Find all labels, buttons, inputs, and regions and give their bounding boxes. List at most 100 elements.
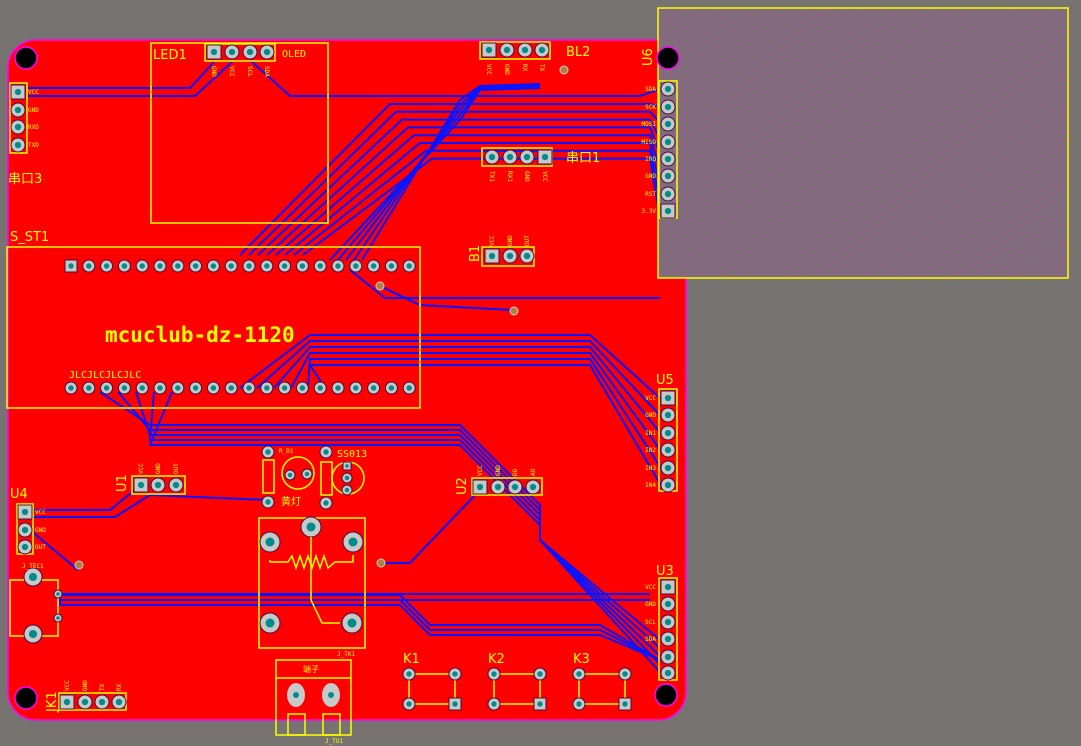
drill-hole <box>139 385 145 391</box>
drill-hole <box>264 385 270 391</box>
component-ref: 端子 <box>303 664 319 674</box>
pin-label: TX <box>538 64 545 72</box>
component-ref: K2 <box>488 652 505 667</box>
keepout-region[interactable] <box>657 7 1069 279</box>
drill-hole <box>154 481 162 489</box>
drill-hole <box>317 263 323 269</box>
drill-hole <box>521 46 529 54</box>
drill-hole <box>172 481 180 489</box>
drill-hole <box>56 592 60 596</box>
pin-label: GND <box>645 601 656 608</box>
component-ref: SS013 <box>337 449 367 460</box>
drill-hole <box>664 669 672 677</box>
drill-hole <box>265 618 275 628</box>
component-ref: J_TO1 <box>325 738 343 745</box>
drill-hole <box>28 629 38 639</box>
component-ref: B1 <box>468 245 483 262</box>
drill-hole <box>664 429 672 437</box>
pcb-layout[interactable]: VCC GND RXD TXD 串口3 GND VCC SCL SDA LED1 OLED VCC GN… <box>0 0 1081 746</box>
drill-hole <box>353 385 359 391</box>
pin-label: GND <box>645 412 656 419</box>
drill-hole <box>157 263 163 269</box>
drill-hole <box>192 385 199 391</box>
via <box>376 558 386 568</box>
drill-hole <box>14 141 22 149</box>
drill-hole <box>488 153 496 161</box>
component-ref: K3 <box>573 652 590 667</box>
drill-hole <box>664 446 672 454</box>
pin-label: RX <box>116 683 123 691</box>
drill-hole <box>14 88 22 96</box>
via <box>509 306 519 316</box>
drill-hole <box>306 522 316 532</box>
component-b1[interactable]: VCC GND OUT <box>484 235 535 264</box>
pin-label: IN1 <box>645 430 656 437</box>
pin-label: VCC <box>35 509 46 516</box>
pin-label: IN2 <box>645 447 656 454</box>
drill-hole <box>491 701 497 707</box>
drill-hole <box>335 385 341 391</box>
drill-hole <box>98 698 106 706</box>
drill-hole <box>537 671 543 677</box>
drill-hole <box>246 385 252 391</box>
pin-label: OUT <box>35 544 46 551</box>
drill-hole <box>523 153 531 161</box>
drill-hole <box>21 526 29 534</box>
drill-hole <box>664 583 672 591</box>
pcb-canvas[interactable]: VCC GND RXD TXD 串口3 GND VCC SCL SDA LED1 OLED VCC GN… <box>0 0 1081 746</box>
pin-label: GND <box>155 463 162 474</box>
pin-label: SCK <box>645 104 656 111</box>
drill-hole <box>175 385 181 391</box>
mounting-hole <box>14 686 38 710</box>
drill-hole <box>452 701 458 707</box>
pin-label: GND <box>210 66 217 77</box>
component-ref: U1 <box>115 474 130 492</box>
drill-hole <box>328 692 334 698</box>
drill-hole <box>491 671 497 677</box>
via <box>74 560 84 570</box>
drill-hole <box>103 263 110 269</box>
drill-hole <box>664 394 672 402</box>
drill-hole <box>137 481 145 489</box>
drill-hole <box>664 464 672 472</box>
drill-hole <box>56 616 60 620</box>
drill-hole <box>323 500 329 506</box>
drill-hole <box>541 153 549 161</box>
drill-hole <box>523 252 531 260</box>
pin-label: GND <box>523 171 530 182</box>
pin-label: VCC <box>489 235 496 246</box>
component-ref: 黄灯 <box>281 495 301 508</box>
drill-hole <box>506 153 514 161</box>
drill-hole <box>622 671 628 677</box>
drill-hole <box>664 411 672 419</box>
pin-label: VCC <box>64 680 71 691</box>
drill-hole <box>335 263 341 269</box>
mounting-hole <box>656 46 680 70</box>
drill-hole <box>529 483 537 491</box>
pin-label: VCC <box>645 584 656 591</box>
board-title: mcuclub-dz-1120 <box>105 323 295 347</box>
drill-hole <box>506 252 514 260</box>
pin-label: IRQ <box>645 156 656 163</box>
drill-hole <box>664 600 672 608</box>
mounting-hole <box>654 683 678 707</box>
pin-label: GND <box>503 64 510 75</box>
drill-hole <box>388 385 395 391</box>
drill-hole <box>86 263 92 269</box>
component-u4[interactable]: VCC GND OUT <box>17 504 46 555</box>
drill-hole <box>406 385 412 391</box>
pin-label: IN3 <box>645 465 656 472</box>
pin-label: 3.3V <box>642 208 657 215</box>
pin-label: GND <box>495 465 502 476</box>
drill-hole <box>664 120 672 128</box>
drill-hole <box>228 48 236 56</box>
via <box>559 65 569 75</box>
component-ref: U5 <box>656 373 674 388</box>
pin-label: DO <box>512 468 519 476</box>
drill-hole <box>265 537 275 547</box>
drill-hole <box>664 618 672 626</box>
drill-hole <box>63 698 71 706</box>
drill-hole <box>348 537 358 547</box>
drill-hole <box>537 701 543 707</box>
pin-label: SDA <box>645 636 656 643</box>
